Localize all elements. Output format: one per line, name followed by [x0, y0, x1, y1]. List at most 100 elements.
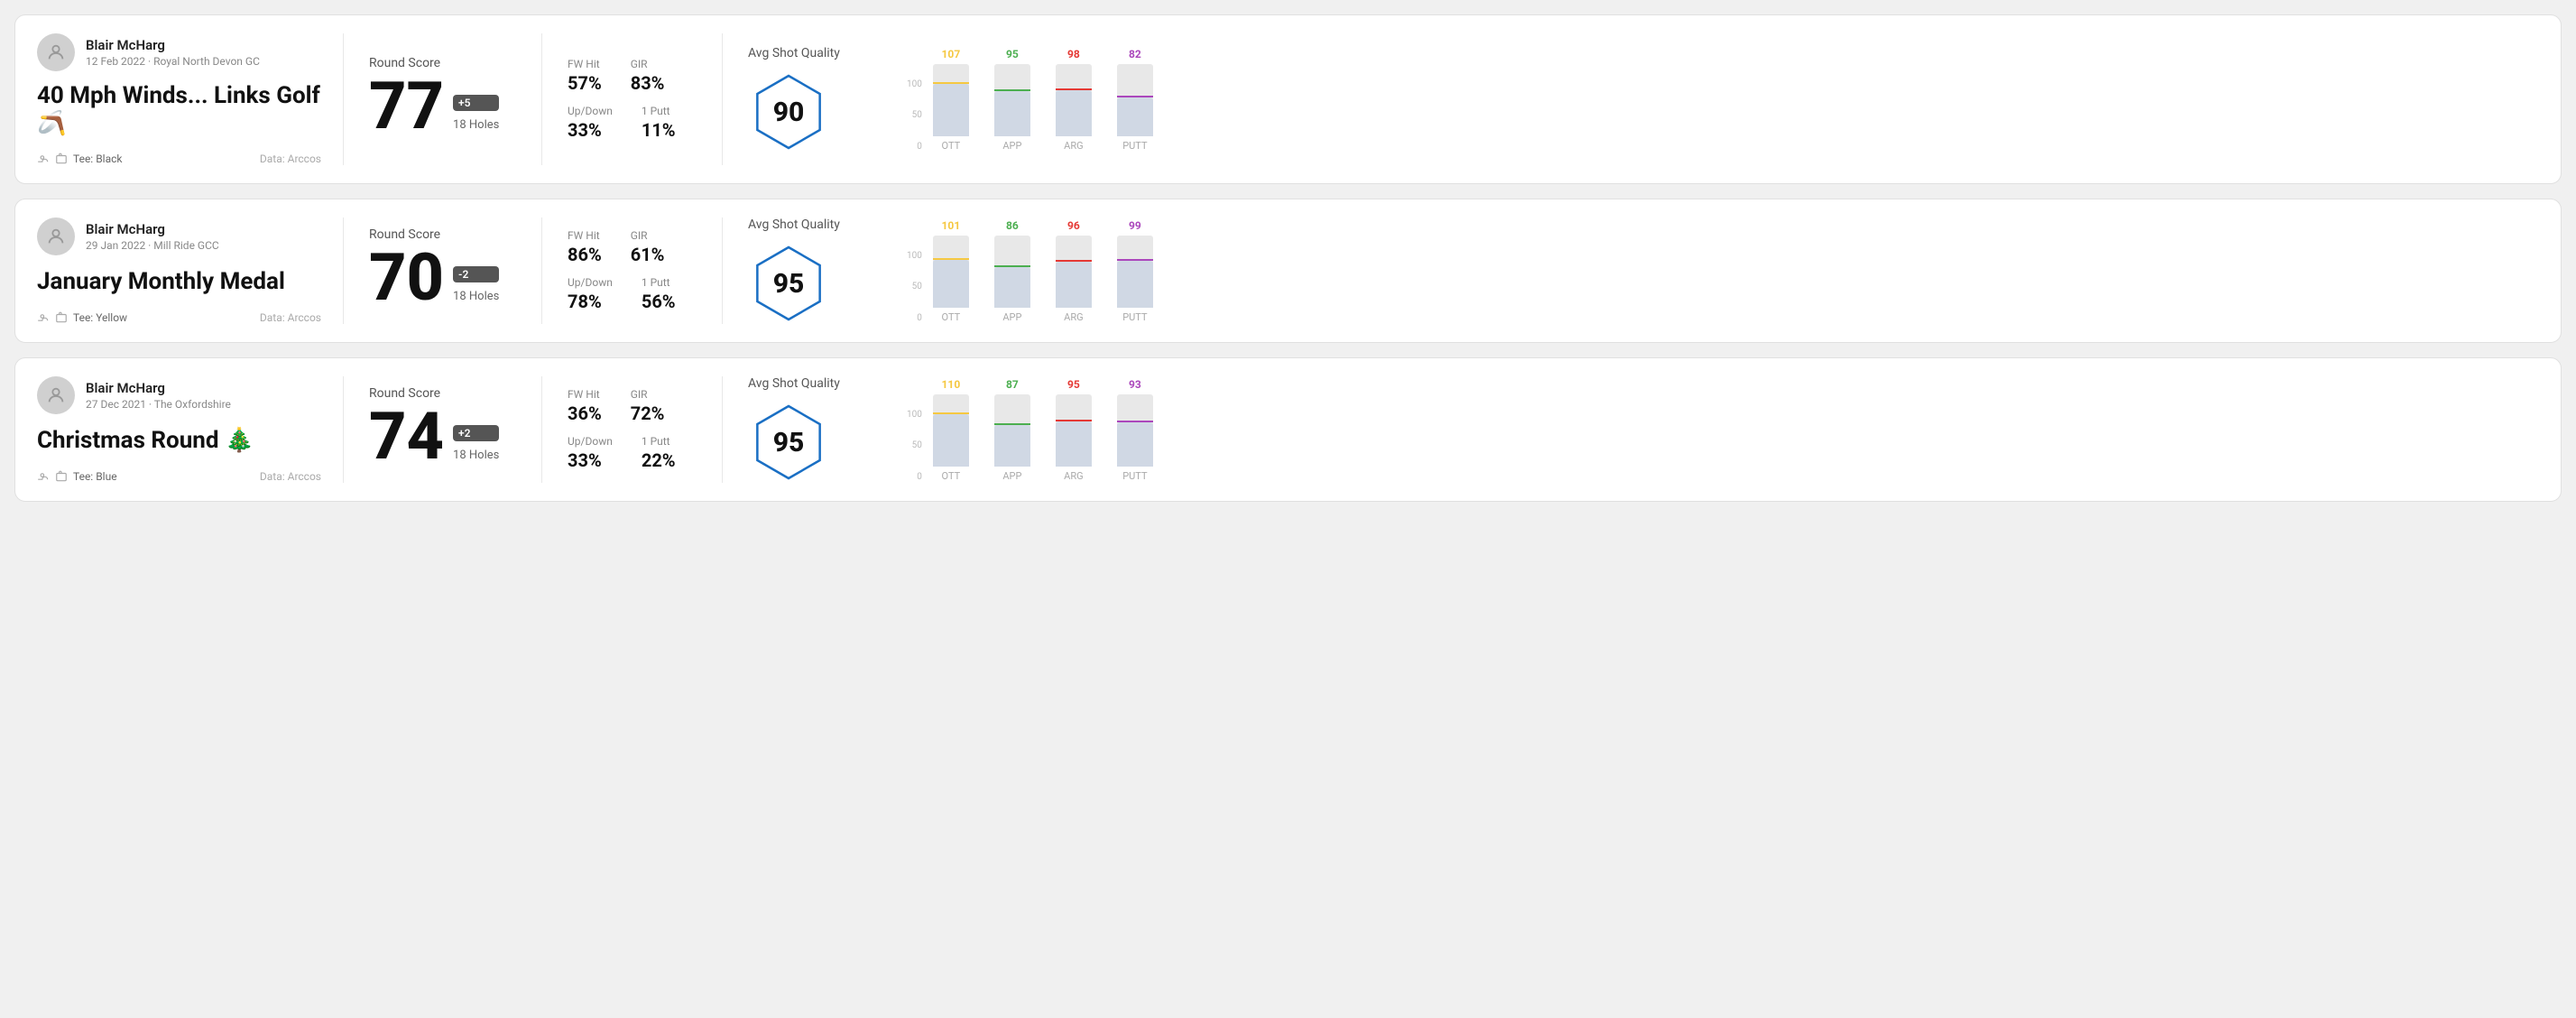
stat-updown: Up/Down78%: [568, 276, 613, 312]
chart-col-app: 95APP: [989, 48, 1036, 152]
hexagon: 95: [748, 243, 829, 324]
tee-text: Tee: Black: [73, 153, 122, 165]
stat-label-oneputt: 1 Putt: [642, 435, 676, 448]
stat-label-oneputt: 1 Putt: [642, 105, 676, 117]
stats-row-top: FW Hit36%GIR72%: [568, 388, 697, 424]
tee-text: Tee: Yellow: [73, 311, 127, 324]
score-meta: +518 Holes: [453, 95, 499, 132]
bar-wrapper-app: [994, 64, 1030, 136]
stat-oneputt: 1 Putt22%: [642, 435, 676, 471]
chart-top-label-app: 87: [1006, 378, 1019, 391]
quality-label: Avg Shot Quality: [748, 376, 840, 391]
stat-oneputt: 1 Putt56%: [642, 276, 676, 312]
bar-marker-ott: [933, 258, 969, 260]
round-title: 40 Mph Winds... Links Golf 🪃: [37, 82, 321, 138]
quality-score: 95: [773, 427, 805, 458]
bar-marker-arg: [1056, 420, 1092, 421]
tee-info: Tee: Yellow: [37, 311, 127, 324]
chart-section: 100500107OTT95APP98ARG82PUTT: [885, 33, 2539, 165]
stats-row-top: FW Hit57%GIR83%: [568, 58, 697, 94]
weather-icon: [37, 311, 50, 324]
weather-icon: [37, 470, 50, 483]
score-badge: +2: [453, 425, 499, 441]
tee-text: Tee: Blue: [73, 470, 117, 483]
chart-top-label-arg: 95: [1067, 378, 1080, 391]
chart-section: 100500101OTT86APP96ARG99PUTT: [885, 217, 2539, 324]
bar-fill-ott: [933, 414, 969, 467]
chart-col-app: 87APP: [989, 378, 1036, 482]
chart-col-putt: 82PUTT: [1112, 48, 1159, 152]
chart-top-label-arg: 98: [1067, 48, 1080, 60]
stat-value-fw-hit: 86%: [568, 244, 602, 265]
score-section: Round Score77+518 Holes: [344, 33, 542, 165]
user-text: Blair McHarg27 Dec 2021 · The Oxfordshir…: [86, 380, 231, 411]
round-title: Christmas Round 🎄: [37, 427, 321, 455]
stat-value-fw-hit: 57%: [568, 72, 602, 94]
stat-value-fw-hit: 36%: [568, 403, 602, 424]
chart-col-putt: 99PUTT: [1112, 219, 1159, 323]
chart-bottom-label-app: APP: [1002, 311, 1021, 323]
chart-bottom-label-arg: ARG: [1064, 311, 1083, 323]
user-text: Blair McHarg29 Jan 2022 · Mill Ride GCC: [86, 221, 219, 252]
user-text: Blair McHarg12 Feb 2022 · Royal North De…: [86, 37, 260, 68]
chart-col-ott: 107 OTT: [928, 48, 974, 152]
chart-y-axis: 100500: [907, 410, 922, 482]
stats-row-bottom: Up/Down78% 1 Putt56%: [568, 276, 697, 312]
stat-label-gir: GIR: [631, 388, 665, 401]
stat-fw-hit: FW Hit 86%: [568, 229, 602, 265]
bar-marker-putt: [1117, 96, 1153, 97]
chart-top-label-putt: 82: [1129, 48, 1141, 60]
chart-bottom-label-ott: OTT: [942, 311, 961, 323]
quality-label: Avg Shot Quality: [748, 46, 840, 60]
score-holes: 18 Holes: [453, 118, 499, 132]
bag-icon: [55, 470, 68, 483]
chart-top-label-putt: 93: [1129, 378, 1141, 391]
chart-col-putt: 93PUTT: [1112, 378, 1159, 482]
tee-info: Tee: Blue: [37, 470, 117, 483]
chart-col-arg: 98 ARG: [1050, 48, 1097, 152]
bar-marker-arg: [1056, 260, 1092, 262]
quality-score: 90: [773, 97, 805, 128]
quality-section: Avg Shot Quality 90: [723, 33, 885, 165]
stat-value-gir: 83%: [631, 72, 665, 94]
chart-col-arg: 95 ARG: [1050, 378, 1097, 482]
weather-icon: [37, 153, 50, 165]
bar-wrapper-ott: [933, 236, 969, 308]
chart-top-label-ott: 101: [942, 219, 961, 232]
left-section: Blair McHarg12 Feb 2022 · Royal North De…: [37, 33, 344, 165]
bar-fill-app: [994, 267, 1030, 308]
stat-value-gir: 61%: [631, 244, 665, 265]
chart-bottom-label-app: APP: [1002, 140, 1021, 152]
stat-value-updown: 78%: [568, 291, 613, 312]
score-row: 77+518 Holes: [369, 74, 516, 139]
chart-top-label-ott: 107: [942, 48, 961, 60]
round-card-3: Blair McHarg27 Dec 2021 · The Oxfordshir…: [14, 357, 2562, 502]
bar-wrapper-arg: [1056, 64, 1092, 136]
bar-fill-app: [994, 91, 1030, 136]
bar-marker-app: [994, 265, 1030, 267]
user-date-course: 12 Feb 2022 · Royal North Devon GC: [86, 55, 260, 68]
stat-label-fw-hit: FW Hit: [568, 229, 602, 242]
stat-label-oneputt: 1 Putt: [642, 276, 676, 289]
chart-top-label-putt: 99: [1129, 219, 1141, 232]
bar-marker-app: [994, 423, 1030, 425]
card-footer: Tee: YellowData: Arccos: [37, 311, 321, 324]
avatar: [37, 33, 75, 71]
chart-col-ott: 110OTT: [928, 378, 974, 482]
score-row: 70-218 Holes: [369, 245, 516, 310]
bar-wrapper-app: [994, 394, 1030, 467]
bar-marker-ott: [933, 412, 969, 414]
hexagon-container: 95: [748, 402, 829, 483]
stat-value-oneputt: 22%: [642, 449, 676, 471]
quality-section: Avg Shot Quality 95: [723, 376, 885, 483]
stat-fw-hit: FW Hit36%: [568, 388, 602, 424]
bar-wrapper-putt: [1117, 394, 1153, 467]
stat-gir: GIR 83%: [631, 58, 665, 94]
chart-bottom-label-arg: ARG: [1064, 140, 1083, 152]
chart-bottom-label-arg: ARG: [1064, 470, 1083, 482]
chart-top-label-ott: 110: [942, 378, 961, 391]
stat-label-gir: GIR: [631, 58, 665, 70]
chart-bottom-label-ott: OTT: [942, 140, 961, 152]
hexagon: 95: [748, 402, 829, 483]
user-date-course: 27 Dec 2021 · The Oxfordshire: [86, 398, 231, 411]
